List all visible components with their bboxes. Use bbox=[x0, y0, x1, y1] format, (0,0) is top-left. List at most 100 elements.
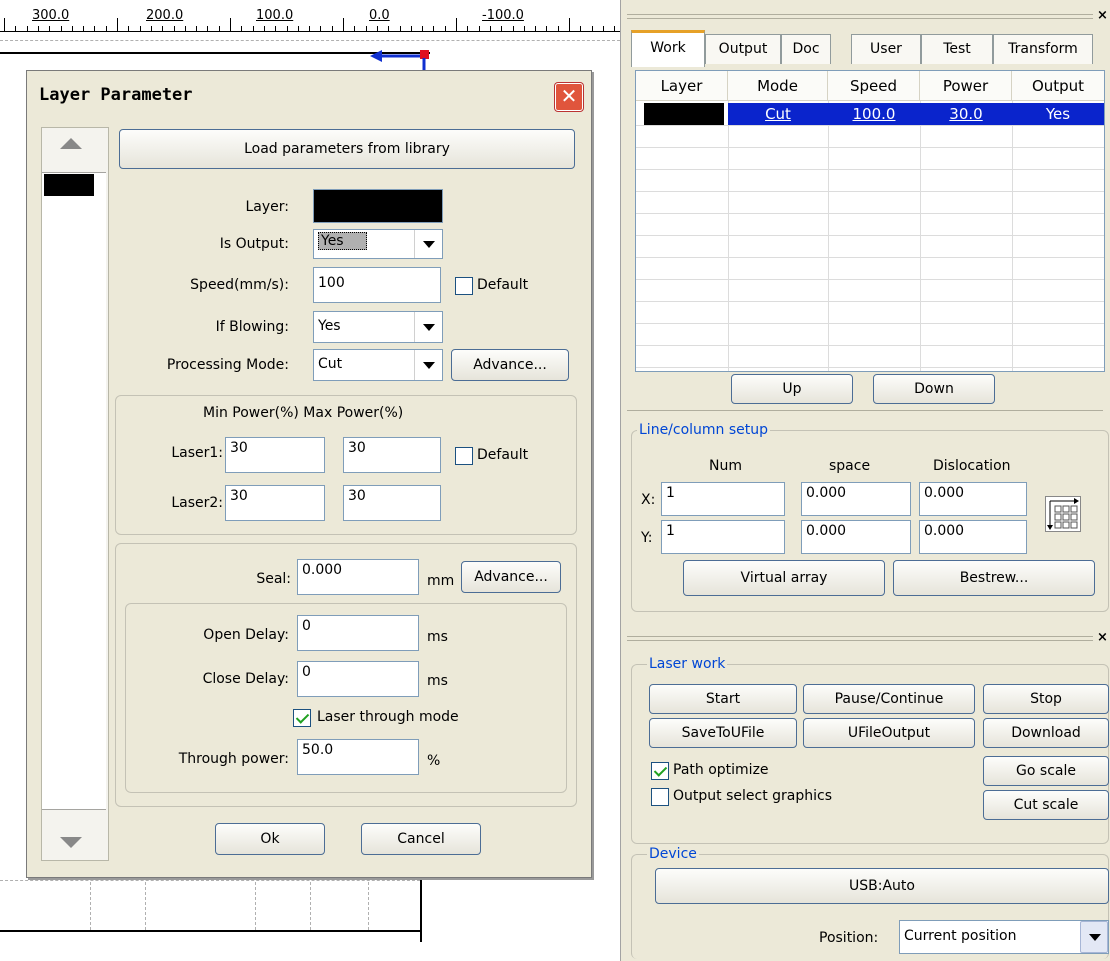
go-scale-button[interactable]: Go scale bbox=[983, 756, 1109, 786]
origin-marker-icon bbox=[370, 50, 429, 70]
load-library-button[interactable]: Load parameters from library bbox=[119, 129, 575, 169]
tab-test[interactable]: Test bbox=[921, 34, 993, 64]
line-column-title: Line/column setup bbox=[637, 422, 771, 438]
close-icon[interactable]: ✕ bbox=[555, 83, 583, 111]
laser2-max-input[interactable]: 30 bbox=[343, 485, 441, 521]
grid-line bbox=[636, 279, 1104, 280]
col-header-mode[interactable]: Mode bbox=[728, 71, 828, 101]
pause-continue-button[interactable]: Pause/Continue bbox=[803, 684, 975, 714]
grid-line bbox=[368, 882, 370, 930]
col-header-layer[interactable]: Layer bbox=[636, 71, 728, 101]
chevron-down-icon[interactable] bbox=[414, 312, 442, 342]
usb-auto-button[interactable]: USB:Auto bbox=[655, 868, 1109, 904]
start-button[interactable]: Start bbox=[649, 684, 797, 714]
up-button[interactable]: Up bbox=[731, 374, 853, 404]
laser1-min-input[interactable]: 30 bbox=[225, 437, 325, 473]
speed-input[interactable]: 100 bbox=[313, 267, 441, 303]
tab-user[interactable]: User bbox=[851, 34, 921, 64]
laser2-min-input[interactable]: 30 bbox=[225, 485, 325, 521]
grid-line bbox=[636, 323, 1104, 324]
through-power-label: Through power: bbox=[178, 751, 289, 767]
cut-scale-button[interactable]: Cut scale bbox=[983, 790, 1109, 820]
x-space-input[interactable]: 0.000 bbox=[801, 482, 911, 516]
col-header-power[interactable]: Power bbox=[920, 71, 1012, 101]
tab-work[interactable]: Work bbox=[631, 30, 705, 67]
blowing-label: If Blowing: bbox=[215, 319, 289, 335]
through-mode-checkbox[interactable] bbox=[293, 709, 311, 727]
cancel-button[interactable]: Cancel bbox=[361, 823, 481, 855]
ruler-label: 0.0 bbox=[369, 8, 390, 23]
laser2-label: Laser2: bbox=[171, 495, 223, 511]
percent-unit: % bbox=[427, 753, 441, 769]
position-label: Position: bbox=[819, 930, 879, 946]
tab-transform[interactable]: Transform bbox=[993, 34, 1093, 64]
stop-button[interactable]: Stop bbox=[983, 684, 1109, 714]
chevron-down-icon[interactable] bbox=[1080, 921, 1108, 953]
path-optimize-label: Path optimize bbox=[673, 762, 769, 778]
right-panel: × Work Output Doc User Test Transform La… bbox=[620, 0, 1110, 961]
row-speed: 100.0 bbox=[852, 105, 896, 123]
layer-table[interactable]: Layer Mode Speed Power Output Cut 100.0 … bbox=[635, 70, 1105, 372]
array-direction-icon[interactable] bbox=[1045, 496, 1081, 532]
advance-button[interactable]: Advance... bbox=[451, 349, 569, 381]
table-row[interactable]: Cut 100.0 30.0 Yes bbox=[728, 103, 1104, 125]
scroll-down-icon[interactable] bbox=[60, 837, 82, 848]
is-output-value: Yes bbox=[318, 232, 367, 250]
row-mode: Cut bbox=[765, 105, 791, 123]
chevron-down-icon[interactable] bbox=[414, 230, 442, 258]
close-delay-input[interactable]: 0 bbox=[297, 661, 419, 697]
x-dislocation-input[interactable]: 0.000 bbox=[919, 482, 1027, 516]
seal-label: Seal: bbox=[256, 571, 291, 587]
mm-unit: mm bbox=[427, 573, 455, 589]
layer-color-swatch[interactable] bbox=[44, 174, 94, 196]
y-space-input[interactable]: 0.000 bbox=[801, 520, 911, 554]
laser1-max-input[interactable]: 30 bbox=[343, 437, 441, 473]
blowing-select[interactable]: Yes bbox=[313, 311, 443, 343]
grid-line bbox=[728, 101, 729, 371]
panel-grip[interactable] bbox=[627, 14, 1093, 19]
is-output-select[interactable]: Yes bbox=[313, 229, 443, 259]
close-icon[interactable]: × bbox=[1097, 630, 1108, 645]
power-header: Min Power(%) Max Power(%) bbox=[203, 405, 404, 421]
tab-output[interactable]: Output bbox=[705, 34, 781, 64]
path-optimize-checkbox[interactable] bbox=[651, 762, 669, 780]
row-layer-color[interactable] bbox=[644, 103, 724, 125]
position-select[interactable]: Current position bbox=[899, 920, 1109, 954]
x-num-input[interactable]: 1 bbox=[661, 482, 785, 516]
close-icon[interactable]: × bbox=[1097, 8, 1108, 23]
grid-line bbox=[0, 40, 620, 42]
down-button[interactable]: Down bbox=[873, 374, 995, 404]
open-delay-input[interactable]: 0 bbox=[297, 615, 419, 651]
grid-line bbox=[636, 147, 1104, 148]
ufile-output-button[interactable]: UFileOutput bbox=[803, 718, 975, 748]
virtual-array-button[interactable]: Virtual array bbox=[683, 560, 885, 596]
x-label: X: bbox=[641, 492, 656, 508]
blowing-value: Yes bbox=[318, 318, 341, 334]
y-num-input[interactable]: 1 bbox=[661, 520, 785, 554]
y-dislocation-input[interactable]: 0.000 bbox=[919, 520, 1027, 554]
ok-button[interactable]: Ok bbox=[215, 823, 325, 855]
output-select-checkbox[interactable] bbox=[651, 788, 669, 806]
save-to-ufile-button[interactable]: SaveToUFile bbox=[649, 718, 797, 748]
grid-line bbox=[145, 882, 147, 930]
layer-color-box[interactable] bbox=[313, 189, 443, 223]
speed-default-checkbox[interactable] bbox=[455, 277, 473, 295]
seal-advance-button[interactable]: Advance... bbox=[461, 561, 561, 593]
laser1-label: Laser1: bbox=[171, 445, 223, 461]
scroll-up-icon[interactable] bbox=[60, 138, 82, 149]
grid-line bbox=[636, 169, 1104, 170]
layer-list[interactable] bbox=[41, 127, 109, 861]
processing-mode-select[interactable]: Cut bbox=[313, 349, 443, 381]
power-default-checkbox[interactable] bbox=[455, 447, 473, 465]
panel-grip[interactable] bbox=[627, 636, 1093, 641]
chevron-down-icon[interactable] bbox=[414, 350, 442, 380]
through-power-input[interactable]: 50.0 bbox=[297, 739, 419, 775]
download-button[interactable]: Download bbox=[983, 718, 1109, 748]
laser-work-title: Laser work bbox=[647, 656, 728, 672]
seal-input[interactable]: 0.000 bbox=[297, 559, 419, 595]
bestrew-button[interactable]: Bestrew... bbox=[893, 560, 1095, 596]
col-header-speed[interactable]: Speed bbox=[828, 71, 920, 101]
grid-line bbox=[0, 880, 420, 882]
col-header-output[interactable]: Output bbox=[1012, 71, 1104, 101]
tab-doc[interactable]: Doc bbox=[781, 34, 831, 64]
